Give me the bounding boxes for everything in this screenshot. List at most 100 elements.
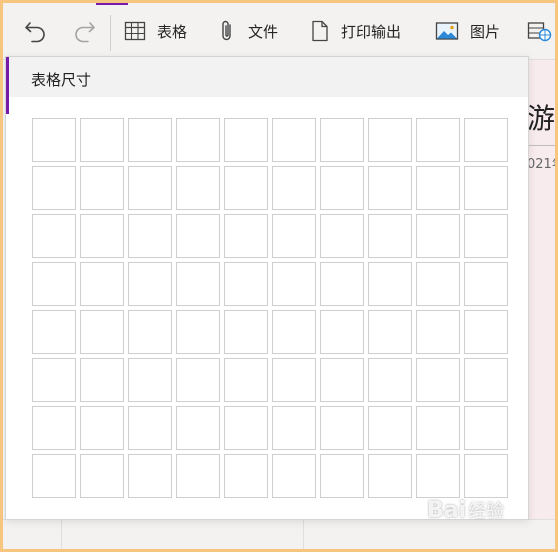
table-size-cell[interactable] bbox=[368, 454, 412, 498]
table-size-cell[interactable] bbox=[320, 262, 364, 306]
note-page-title: 游凵 bbox=[527, 102, 555, 135]
table-size-cell[interactable] bbox=[320, 166, 364, 210]
insert-picture-button[interactable]: 图片 bbox=[434, 13, 500, 49]
table-size-cell[interactable] bbox=[80, 214, 124, 258]
table-size-cell[interactable] bbox=[224, 406, 268, 450]
table-size-cell[interactable] bbox=[128, 214, 172, 258]
table-size-cell[interactable] bbox=[416, 166, 460, 210]
table-size-cell[interactable] bbox=[416, 454, 460, 498]
table-size-cell[interactable] bbox=[176, 262, 220, 306]
table-size-cell[interactable] bbox=[464, 118, 508, 162]
table-size-cell[interactable] bbox=[80, 454, 124, 498]
table-size-cell[interactable] bbox=[224, 310, 268, 354]
table-size-cell[interactable] bbox=[176, 118, 220, 162]
table-size-cell[interactable] bbox=[272, 262, 316, 306]
table-size-cell[interactable] bbox=[464, 166, 508, 210]
table-size-cell[interactable] bbox=[224, 358, 268, 402]
table-size-cell[interactable] bbox=[32, 454, 76, 498]
table-size-cell[interactable] bbox=[272, 214, 316, 258]
table-size-cell[interactable] bbox=[80, 262, 124, 306]
table-size-cell[interactable] bbox=[176, 310, 220, 354]
table-size-cell[interactable] bbox=[176, 358, 220, 402]
table-size-cell[interactable] bbox=[32, 358, 76, 402]
table-size-cell[interactable] bbox=[128, 262, 172, 306]
insert-table-button[interactable]: 表格 bbox=[123, 13, 187, 49]
table-size-cell[interactable] bbox=[320, 358, 364, 402]
picture-icon bbox=[435, 22, 459, 40]
table-size-cell[interactable] bbox=[320, 214, 364, 258]
table-size-cell[interactable] bbox=[272, 310, 316, 354]
table-size-cell[interactable] bbox=[368, 214, 412, 258]
online-video-button[interactable] bbox=[526, 13, 552, 49]
table-size-cell[interactable] bbox=[464, 406, 508, 450]
table-size-cell[interactable] bbox=[272, 358, 316, 402]
table-size-cell[interactable] bbox=[416, 358, 460, 402]
table-size-cell[interactable] bbox=[176, 406, 220, 450]
table-size-cell[interactable] bbox=[80, 406, 124, 450]
table-size-cell[interactable] bbox=[32, 406, 76, 450]
table-size-cell[interactable] bbox=[32, 118, 76, 162]
status-strip bbox=[3, 519, 555, 549]
table-size-cell[interactable] bbox=[128, 406, 172, 450]
table-size-cell[interactable] bbox=[464, 214, 508, 258]
table-size-cell[interactable] bbox=[176, 454, 220, 498]
table-size-cell[interactable] bbox=[368, 406, 412, 450]
insert-file-label: 文件 bbox=[248, 22, 279, 41]
table-size-cell[interactable] bbox=[368, 310, 412, 354]
table-size-cell[interactable] bbox=[272, 406, 316, 450]
table-size-cell[interactable] bbox=[176, 166, 220, 210]
table-size-cell[interactable] bbox=[320, 310, 364, 354]
table-size-cell[interactable] bbox=[224, 454, 268, 498]
table-size-cell[interactable] bbox=[128, 358, 172, 402]
table-size-cell[interactable] bbox=[416, 262, 460, 306]
table-size-cell[interactable] bbox=[464, 262, 508, 306]
table-size-cell[interactable] bbox=[416, 118, 460, 162]
accent-bar bbox=[6, 57, 9, 114]
table-size-cell[interactable] bbox=[32, 166, 76, 210]
table-size-cell[interactable] bbox=[128, 118, 172, 162]
table-size-cell[interactable] bbox=[320, 454, 364, 498]
table-size-cell[interactable] bbox=[464, 310, 508, 354]
app-window: 游凵 021年 bbox=[3, 3, 555, 549]
table-size-cell[interactable] bbox=[176, 214, 220, 258]
table-size-cell[interactable] bbox=[224, 118, 268, 162]
table-size-cell[interactable] bbox=[224, 166, 268, 210]
table-size-cell[interactable] bbox=[368, 166, 412, 210]
redo-button[interactable] bbox=[71, 13, 97, 49]
table-size-cell[interactable] bbox=[128, 310, 172, 354]
table-size-cell[interactable] bbox=[368, 358, 412, 402]
table-size-cell[interactable] bbox=[80, 310, 124, 354]
table-size-cell[interactable] bbox=[128, 166, 172, 210]
watermark-brand: Bai bbox=[427, 498, 467, 523]
table-size-cell[interactable] bbox=[224, 214, 268, 258]
table-size-cell[interactable] bbox=[320, 118, 364, 162]
insert-toolbar: 表格 文件 打印输出 图片 bbox=[3, 3, 555, 60]
divider bbox=[303, 520, 304, 549]
table-size-cell[interactable] bbox=[80, 166, 124, 210]
table-size-cell[interactable] bbox=[80, 118, 124, 162]
dropdown-header: 表格尺寸 bbox=[6, 57, 528, 97]
paperclip-icon bbox=[222, 20, 231, 41]
table-size-cell[interactable] bbox=[272, 166, 316, 210]
insert-picture-label: 图片 bbox=[470, 22, 501, 41]
table-size-cell[interactable] bbox=[128, 454, 172, 498]
printout-button[interactable]: 打印输出 bbox=[309, 13, 401, 49]
table-size-cell[interactable] bbox=[368, 118, 412, 162]
table-size-cell[interactable] bbox=[32, 310, 76, 354]
table-size-cell[interactable] bbox=[416, 214, 460, 258]
table-size-cell[interactable] bbox=[464, 454, 508, 498]
insert-file-button[interactable]: 文件 bbox=[216, 13, 278, 49]
table-size-cell[interactable] bbox=[32, 214, 76, 258]
table-size-cell[interactable] bbox=[272, 454, 316, 498]
table-size-cell[interactable] bbox=[368, 262, 412, 306]
undo-button[interactable] bbox=[23, 13, 49, 49]
table-size-cell[interactable] bbox=[80, 358, 124, 402]
table-size-cell[interactable] bbox=[32, 262, 76, 306]
table-size-cell[interactable] bbox=[464, 358, 508, 402]
table-size-cell[interactable] bbox=[224, 262, 268, 306]
table-size-cell[interactable] bbox=[416, 406, 460, 450]
undo-icon bbox=[25, 22, 45, 43]
table-size-cell[interactable] bbox=[272, 118, 316, 162]
table-size-cell[interactable] bbox=[416, 310, 460, 354]
table-size-cell[interactable] bbox=[320, 406, 364, 450]
